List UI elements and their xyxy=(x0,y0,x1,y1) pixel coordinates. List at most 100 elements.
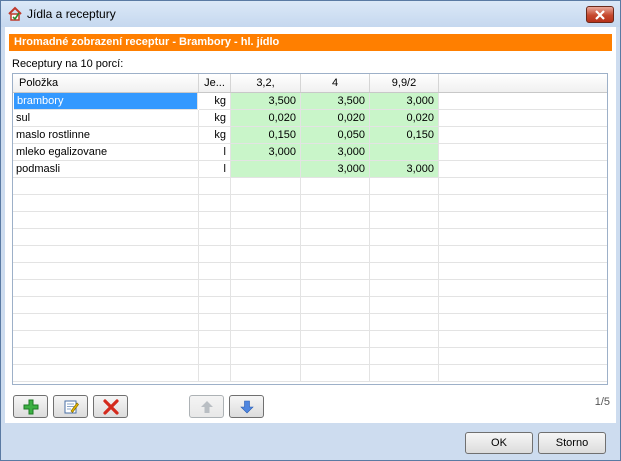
empty-row xyxy=(13,229,607,246)
cell-name xyxy=(13,195,199,212)
cell-name[interactable]: sul xyxy=(13,110,199,127)
cell-filler xyxy=(439,297,607,314)
empty-row xyxy=(13,331,607,348)
cell-v3 xyxy=(370,314,439,331)
delete-button[interactable] xyxy=(93,395,128,418)
empty-row xyxy=(13,280,607,297)
plus-icon xyxy=(23,399,38,414)
close-icon xyxy=(595,9,605,20)
cell-filler xyxy=(439,348,607,365)
cell-v2[interactable]: 3,500 xyxy=(301,93,370,110)
cell-filler xyxy=(439,280,607,297)
table-row[interactable]: maslo rostlinne kg 0,150 0,050 0,150 xyxy=(13,127,607,144)
cell-v3 xyxy=(370,365,439,382)
cell-name xyxy=(13,263,199,280)
cell-v2[interactable]: 0,050 xyxy=(301,127,370,144)
app-icon xyxy=(7,6,23,22)
dialog-window: Jídla a receptury Hromadné zobrazení rec… xyxy=(0,0,621,461)
cell-unit xyxy=(199,331,231,348)
cell-unit[interactable]: kg xyxy=(199,127,231,144)
cell-v3[interactable]: 3,000 xyxy=(370,161,439,178)
cell-name xyxy=(13,229,199,246)
cell-v3[interactable]: 0,150 xyxy=(370,127,439,144)
cell-v3[interactable] xyxy=(370,144,439,161)
cell-v2[interactable]: 3,000 xyxy=(301,161,370,178)
column-header-recipe-2[interactable]: 4 xyxy=(301,74,370,92)
cell-v2 xyxy=(301,212,370,229)
cell-unit[interactable]: l xyxy=(199,144,231,161)
cell-unit[interactable]: kg xyxy=(199,110,231,127)
move-up-button[interactable] xyxy=(189,395,224,418)
cell-name xyxy=(13,297,199,314)
cell-v1 xyxy=(231,195,301,212)
cell-name[interactable]: maslo rostlinne xyxy=(13,127,199,144)
cell-filler xyxy=(439,93,607,110)
cell-v3[interactable]: 0,020 xyxy=(370,110,439,127)
cell-v1[interactable]: 0,020 xyxy=(231,110,301,127)
cell-name[interactable]: brambory xyxy=(14,93,198,110)
empty-row xyxy=(13,314,607,331)
column-header-recipe-3[interactable]: 9,9/2 xyxy=(370,74,439,92)
cell-unit xyxy=(199,212,231,229)
cell-v1 xyxy=(231,178,301,195)
cell-unit xyxy=(199,229,231,246)
grid-header: Položka Je... 3,2, 4 9,9/2 xyxy=(13,74,607,93)
cell-v2[interactable]: 0,020 xyxy=(301,110,370,127)
add-button[interactable] xyxy=(13,395,48,418)
cell-filler xyxy=(439,144,607,161)
cell-unit[interactable]: l xyxy=(199,161,231,178)
cell-filler xyxy=(439,178,607,195)
recipe-grid[interactable]: Položka Je... 3,2, 4 9,9/2 brambory kg 3,5… xyxy=(12,73,608,385)
cell-v1 xyxy=(231,331,301,348)
cell-v2 xyxy=(301,263,370,280)
cell-v1 xyxy=(231,280,301,297)
cell-v2 xyxy=(301,365,370,382)
cell-v2 xyxy=(301,178,370,195)
table-row[interactable]: mleko egalizovane l 3,000 3,000 xyxy=(13,144,607,161)
title-bar[interactable]: Jídla a receptury xyxy=(1,1,620,27)
cell-name[interactable]: podmasli xyxy=(13,161,199,178)
cell-unit[interactable]: kg xyxy=(199,93,231,110)
recipe-banner: Hromadné zobrazení receptur - Brambory -… xyxy=(9,34,612,51)
cell-unit xyxy=(199,348,231,365)
edit-icon xyxy=(64,400,79,413)
move-down-button[interactable] xyxy=(229,395,264,418)
cell-unit xyxy=(199,246,231,263)
close-button[interactable] xyxy=(586,6,614,23)
cancel-button[interactable]: Storno xyxy=(538,432,606,454)
cell-v1[interactable]: 0,150 xyxy=(231,127,301,144)
cell-v3 xyxy=(370,348,439,365)
cell-v3 xyxy=(370,331,439,348)
cell-filler xyxy=(439,212,607,229)
cell-unit xyxy=(199,365,231,382)
cell-filler xyxy=(439,127,607,144)
cell-v1[interactable]: 3,500 xyxy=(231,93,301,110)
cell-name[interactable]: mleko egalizovane xyxy=(13,144,199,161)
cell-name xyxy=(13,365,199,382)
column-header-unit[interactable]: Je... xyxy=(199,74,231,92)
empty-row xyxy=(13,178,607,195)
column-header-item[interactable]: Položka xyxy=(13,74,199,92)
cell-v1[interactable] xyxy=(231,161,301,178)
cell-v3[interactable]: 3,000 xyxy=(370,93,439,110)
cell-filler xyxy=(439,246,607,263)
empty-row xyxy=(13,212,607,229)
cell-name xyxy=(13,331,199,348)
cell-v2 xyxy=(301,314,370,331)
cell-v1 xyxy=(231,297,301,314)
dialog-content: Hromadné zobrazení receptur - Brambory -… xyxy=(5,27,616,423)
edit-button[interactable] xyxy=(53,395,88,418)
cell-v3 xyxy=(370,229,439,246)
cell-filler xyxy=(439,365,607,382)
cell-v2[interactable]: 3,000 xyxy=(301,144,370,161)
column-header-recipe-1[interactable]: 3,2, xyxy=(231,74,301,92)
table-row[interactable]: podmasli l 3,000 3,000 xyxy=(13,161,607,178)
cell-name xyxy=(13,178,199,195)
cell-unit xyxy=(199,178,231,195)
table-row[interactable]: sul kg 0,020 0,020 0,020 xyxy=(13,110,607,127)
table-row[interactable]: brambory kg 3,500 3,500 3,000 xyxy=(13,93,607,110)
cell-v1[interactable]: 3,000 xyxy=(231,144,301,161)
cell-filler xyxy=(439,161,607,178)
empty-row xyxy=(13,365,607,382)
ok-button[interactable]: OK xyxy=(465,432,533,454)
